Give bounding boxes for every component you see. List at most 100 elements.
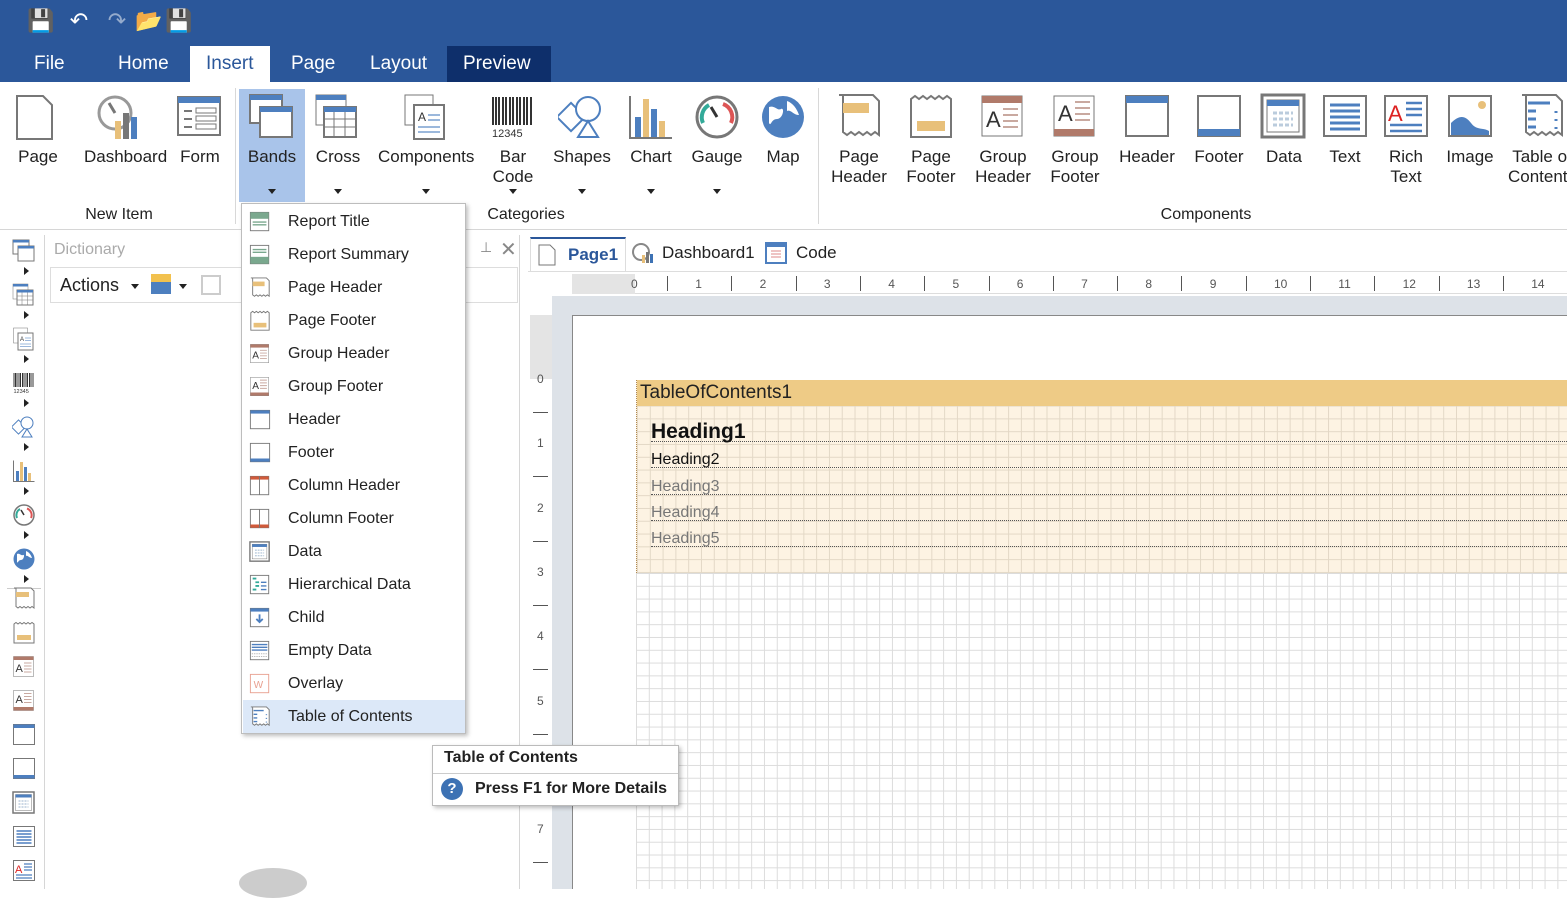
- pin-icon[interactable]: ⊥: [480, 239, 492, 256]
- menu-item-group-footer[interactable]: A Group Footer: [243, 370, 465, 403]
- group-header-button[interactable]: A Group Header: [968, 89, 1038, 202]
- save-icon[interactable]: 💾: [27, 8, 54, 34]
- svg-text:A: A: [252, 380, 259, 391]
- tab-file[interactable]: File: [18, 46, 81, 82]
- undo-icon[interactable]: ↶: [66, 8, 92, 34]
- chevron-down-icon[interactable]: [131, 284, 139, 289]
- menu-item-report-title[interactable]: Report Title: [243, 205, 465, 238]
- svg-text:12345: 12345: [14, 389, 29, 395]
- footer-button[interactable]: Footer: [1184, 89, 1254, 202]
- toolbox-components[interactable]: A: [12, 327, 36, 351]
- group-footer-button[interactable]: A Group Footer: [1040, 89, 1110, 202]
- chevron-down-icon[interactable]: [179, 284, 187, 289]
- map-button[interactable]: Map: [748, 89, 818, 202]
- edit-icon[interactable]: [201, 275, 221, 295]
- table-of-contents-component[interactable]: TableOfContents1 Heading1 Heading2 Heading…: [636, 380, 1567, 573]
- rich-text-button[interactable]: A Rich Text: [1371, 89, 1441, 202]
- toolbox-data[interactable]: [12, 791, 36, 814]
- expand-arrow-icon[interactable]: [24, 267, 29, 275]
- close-icon[interactable]: ✕: [500, 237, 517, 262]
- bands-button[interactable]: Bands: [239, 89, 305, 202]
- svg-text:A: A: [16, 663, 24, 675]
- tab-dashboard1[interactable]: Dashboard1: [632, 237, 755, 269]
- tab-layout[interactable]: Layout: [354, 46, 443, 82]
- menu-item-label: Report Title: [288, 212, 370, 230]
- cross-button[interactable]: Cross: [303, 89, 373, 202]
- new-datasource-icon[interactable]: [151, 274, 171, 294]
- redo-icon[interactable]: ↷: [104, 8, 130, 34]
- toolbox-strip: A 12345 A A A: [5, 235, 45, 889]
- page-header-button[interactable]: Page Header: [824, 89, 894, 202]
- tab-code[interactable]: Code: [765, 237, 837, 269]
- expand-arrow-icon[interactable]: [24, 487, 29, 495]
- toolbox-chart[interactable]: [12, 459, 36, 482]
- page-button[interactable]: Page: [3, 89, 73, 202]
- toolbox-gauge[interactable]: [12, 503, 36, 526]
- components-button[interactable]: A Components: [378, 89, 474, 202]
- gauge-button[interactable]: Gauge: [682, 89, 752, 202]
- menu-item-table-of-contents[interactable]: Table of Contents: [243, 700, 465, 733]
- open-folder-icon[interactable]: 📂: [135, 8, 162, 34]
- bar-code-button[interactable]: 12345 Bar Code: [478, 89, 548, 202]
- tab-preview[interactable]: Preview: [447, 46, 551, 82]
- toolbox-shapes[interactable]: [10, 415, 36, 438]
- toolbox-cross[interactable]: [12, 283, 36, 306]
- groupheader-icon: A: [13, 656, 34, 677]
- table-of-contents-button[interactable]: Table of Contents: [1507, 89, 1567, 202]
- toolbox-groupfooter[interactable]: A: [12, 689, 36, 711]
- menu-item-empty-data[interactable]: Empty Data: [243, 634, 465, 667]
- expand-arrow-icon[interactable]: [24, 531, 29, 539]
- expand-arrow-icon[interactable]: [24, 399, 29, 407]
- save-as-icon[interactable]: 💾: [165, 8, 192, 34]
- menu-item-column-header[interactable]: Column Header: [243, 469, 465, 502]
- toolbox-text[interactable]: [12, 825, 36, 847]
- data-button[interactable]: Data: [1249, 89, 1319, 202]
- header-button[interactable]: Header: [1112, 89, 1182, 202]
- expand-arrow-icon[interactable]: [24, 311, 29, 319]
- tab-page1[interactable]: Page1: [530, 237, 626, 271]
- menu-item-column-footer[interactable]: Column Footer: [243, 502, 465, 535]
- expand-arrow-icon[interactable]: [24, 355, 29, 363]
- toolbox-map[interactable]: [12, 547, 36, 570]
- menu-item-report-summary[interactable]: Report Summary: [243, 238, 465, 271]
- expand-arrow-icon[interactable]: [24, 575, 29, 583]
- ruler-tick-label: 3: [537, 564, 544, 579]
- toolbox-pageheader[interactable]: [12, 587, 36, 609]
- menu-item-footer[interactable]: Footer: [243, 436, 465, 469]
- menu-item-hierarchical-data[interactable]: Hierarchical Data: [243, 568, 465, 601]
- ruler-tick-label: 9: [1209, 277, 1217, 291]
- menu-item-label: Hierarchical Data: [288, 575, 411, 593]
- page-footer-button[interactable]: Page Footer: [896, 89, 966, 202]
- menu-item-label: Column Footer: [288, 509, 394, 527]
- ruler-tick: [1052, 276, 1054, 291]
- text-button[interactable]: Text: [1310, 89, 1380, 202]
- tab-insert[interactable]: Insert: [190, 46, 270, 82]
- bands-icon: [249, 94, 293, 138]
- ruler-tick-label: 4: [537, 629, 544, 644]
- toolbox-pagefooter[interactable]: [12, 621, 36, 644]
- dashboard-button[interactable]: Dashboard: [84, 89, 167, 202]
- toolbox-header[interactable]: [12, 723, 36, 745]
- menu-item-child[interactable]: Child: [243, 601, 465, 634]
- toolbox-richtext[interactable]: A: [12, 859, 36, 881]
- menu-item-page-header[interactable]: Page Header: [243, 271, 465, 304]
- tab-page[interactable]: Page: [275, 46, 351, 82]
- actions-button[interactable]: Actions: [60, 275, 119, 296]
- toolbox-barcode[interactable]: 12345: [12, 371, 36, 395]
- toolbox-bands[interactable]: [12, 239, 36, 262]
- menu-item-data[interactable]: Data: [243, 535, 465, 568]
- menu-item-header[interactable]: Header: [243, 403, 465, 436]
- chart-button[interactable]: Chart: [616, 89, 686, 202]
- toolbox-groupheader[interactable]: A: [12, 655, 36, 677]
- form-button[interactable]: Form: [165, 89, 235, 202]
- expand-arrow-icon[interactable]: [24, 443, 29, 451]
- image-button[interactable]: Image: [1435, 89, 1505, 202]
- menu-item-page-footer[interactable]: Page Footer: [243, 304, 465, 337]
- menu-item-overlay[interactable]: W Overlay: [243, 667, 465, 700]
- shapes-button[interactable]: Shapes: [547, 89, 617, 202]
- menu-item-group-header[interactable]: A Group Header: [243, 337, 465, 370]
- button-label: Image: [1446, 147, 1494, 166]
- toolbox-footer[interactable]: [12, 757, 36, 779]
- ruler-tick: [1181, 276, 1183, 291]
- tab-home[interactable]: Home: [102, 46, 185, 82]
